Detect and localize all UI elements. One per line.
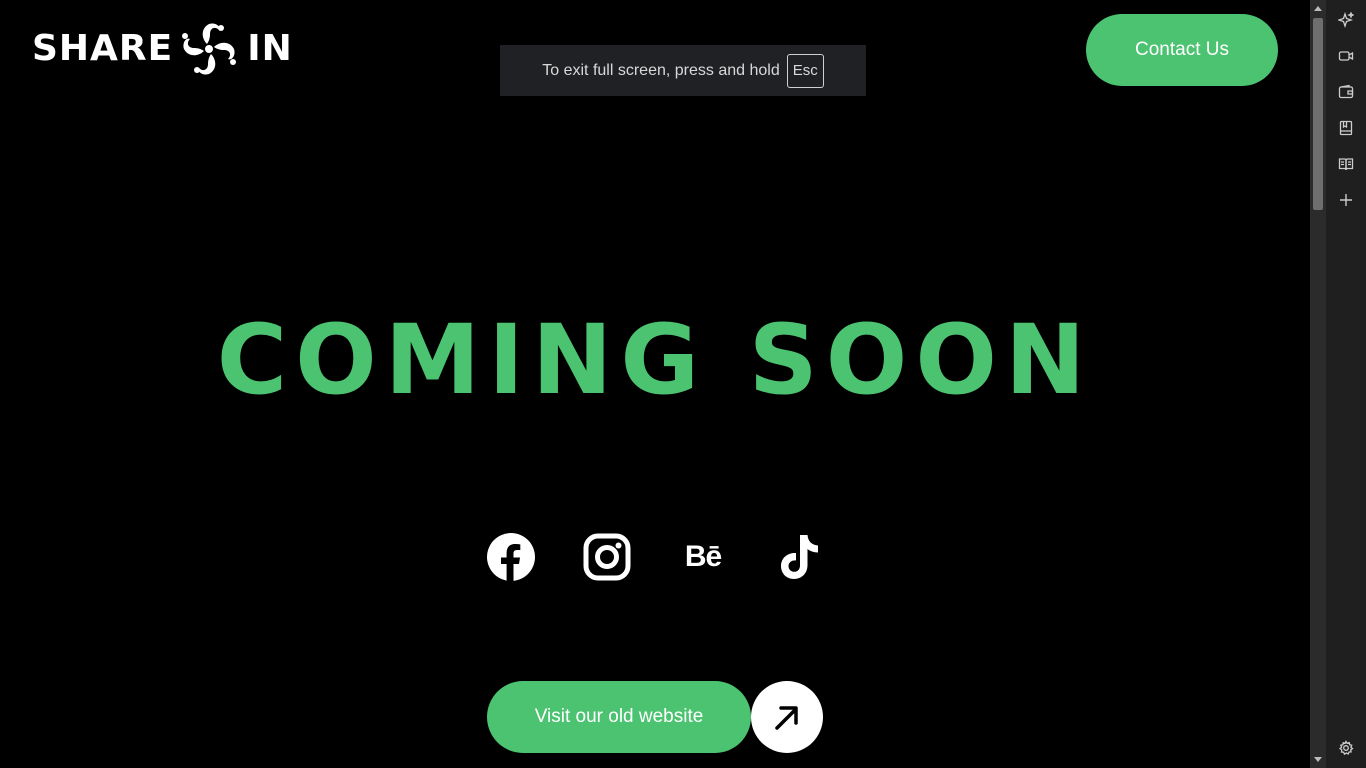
- scroll-down-arrow-icon[interactable]: [1310, 752, 1326, 768]
- facebook-icon[interactable]: [487, 533, 535, 581]
- esc-key-badge: Esc: [786, 53, 824, 88]
- video-icon[interactable]: [1334, 44, 1358, 68]
- visit-old-website-button[interactable]: Visit our old website: [487, 681, 751, 753]
- instagram-icon[interactable]: [583, 533, 631, 581]
- settings-icon[interactable]: [1334, 736, 1358, 760]
- social-links: Bē: [487, 533, 823, 581]
- behance-icon[interactable]: Bē: [679, 533, 727, 581]
- fullscreen-exit-toast: To exit full screen, press and hold Esc: [500, 45, 866, 96]
- copilot-icon[interactable]: [1334, 8, 1358, 32]
- browser-sidebar: [1326, 0, 1366, 768]
- coming-soon-headline: COMING SOON: [216, 304, 1094, 416]
- site-logo[interactable]: SHARE IN: [32, 20, 293, 78]
- logo-text-left: SHARE: [32, 28, 174, 69]
- tiktok-icon[interactable]: [775, 533, 823, 581]
- fullscreen-toast-message: To exit full screen, press and hold: [542, 61, 780, 79]
- wallet-icon[interactable]: [1334, 80, 1358, 104]
- add-icon[interactable]: [1334, 188, 1358, 212]
- scroll-up-arrow-icon[interactable]: [1310, 0, 1326, 16]
- vertical-scrollbar[interactable]: [1310, 0, 1326, 768]
- contact-us-button[interactable]: Contact Us: [1086, 14, 1278, 86]
- logo-text-right: IN: [247, 28, 293, 69]
- page: SHARE IN Contact Us To exit full screen,…: [0, 0, 1310, 768]
- scrollbar-thumb[interactable]: [1313, 18, 1323, 210]
- reading-view-icon[interactable]: [1334, 152, 1358, 176]
- pinwheel-logo-mark-icon: [182, 23, 237, 75]
- collections-icon[interactable]: [1334, 116, 1358, 140]
- arrow-up-right-icon[interactable]: [751, 681, 823, 753]
- behance-icon-text: Bē: [684, 540, 722, 573]
